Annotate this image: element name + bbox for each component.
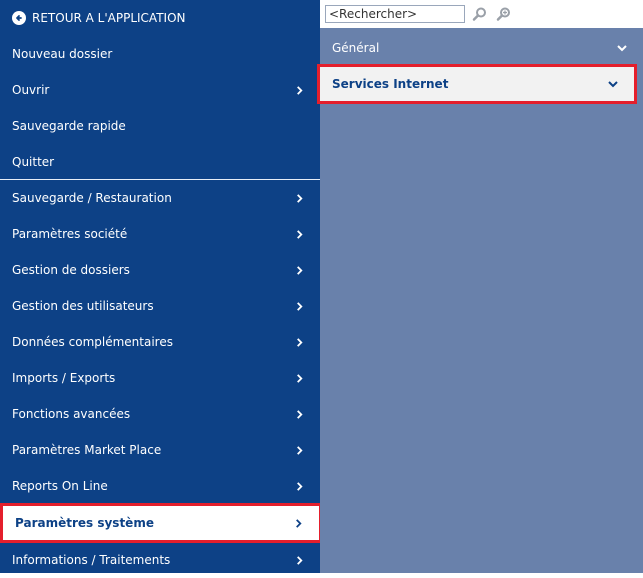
menu-item-label: Informations / Traitements <box>12 553 171 567</box>
chevron-right-icon <box>292 263 306 277</box>
chevron-right-icon <box>292 553 306 567</box>
chevron-right-icon <box>292 335 306 349</box>
menu-item-quitter[interactable]: Quitter <box>0 144 320 180</box>
sidebar-menu: RETOUR A L'APPLICATION Nouveau dossier O… <box>0 0 322 573</box>
search-icon[interactable] <box>471 5 489 23</box>
menu-item-label: Nouveau dossier <box>12 47 113 61</box>
menu-item-label: Gestion des utilisateurs <box>12 299 154 313</box>
chevron-right-icon <box>292 371 306 385</box>
section-general[interactable]: Général <box>320 30 643 66</box>
settings-panel: Général Services Internet <box>317 0 643 573</box>
search-input[interactable] <box>325 5 465 23</box>
search-next-icon[interactable] <box>495 5 513 23</box>
chevron-right-icon <box>292 479 306 493</box>
chevron-right-icon <box>292 83 306 97</box>
menu-item-label: Données complémentaires <box>12 335 173 349</box>
chevron-right-icon <box>292 407 306 421</box>
chevron-right-icon <box>292 443 306 457</box>
menu-item-parametres-societe[interactable]: Paramètres société <box>0 216 320 252</box>
menu-item-sauvegarde-restauration[interactable]: Sauvegarde / Restauration <box>0 180 320 216</box>
menu-item-reports-on-line[interactable]: Reports On Line <box>0 468 320 504</box>
menu-item-parametres-systeme[interactable]: Paramètres système <box>0 503 322 543</box>
section-services-internet[interactable]: Services Internet <box>317 64 637 104</box>
section-label: Services Internet <box>332 77 449 91</box>
menu-item-label: Paramètres Market Place <box>12 443 162 457</box>
chevron-right-icon <box>292 227 306 241</box>
chevron-right-icon <box>292 191 306 205</box>
menu-item-donnees-complementaires[interactable]: Données complémentaires <box>0 324 320 360</box>
menu-item-imports-exports[interactable]: Imports / Exports <box>0 360 320 396</box>
menu-item-label: Sauvegarde rapide <box>12 119 126 133</box>
back-label: RETOUR A L'APPLICATION <box>32 11 186 25</box>
menu-item-ouvrir[interactable]: Ouvrir <box>0 72 320 108</box>
menu-item-label: Fonctions avancées <box>12 407 131 421</box>
section-label: Général <box>332 41 380 55</box>
chevron-right-icon <box>291 516 305 530</box>
menu-item-gestion-de-dossiers[interactable]: Gestion de dossiers <box>0 252 320 288</box>
chevron-down-icon <box>615 41 629 55</box>
arrow-left-circle-icon <box>12 11 26 25</box>
menu-item-fonctions-avancees[interactable]: Fonctions avancées <box>0 396 320 432</box>
menu-item-sauvegarde-rapide[interactable]: Sauvegarde rapide <box>0 108 320 144</box>
search-toolbar <box>320 0 643 28</box>
menu-item-label: Sauvegarde / Restauration <box>12 191 172 205</box>
menu-item-nouveau-dossier[interactable]: Nouveau dossier <box>0 36 320 72</box>
menu-item-label: Reports On Line <box>12 479 108 493</box>
menu-item-parametres-market-place[interactable]: Paramètres Market Place <box>0 432 320 468</box>
menu-item-label: Paramètres système <box>15 516 154 530</box>
menu-item-label: Ouvrir <box>12 83 50 97</box>
chevron-down-icon <box>606 77 620 91</box>
menu-item-label: Quitter <box>12 155 55 169</box>
menu-item-gestion-des-utilisateurs[interactable]: Gestion des utilisateurs <box>0 288 320 324</box>
back-to-application-button[interactable]: RETOUR A L'APPLICATION <box>0 0 320 36</box>
menu-item-label: Gestion de dossiers <box>12 263 130 277</box>
chevron-right-icon <box>292 299 306 313</box>
menu-item-label: Paramètres société <box>12 227 128 241</box>
menu-item-label: Imports / Exports <box>12 371 116 385</box>
